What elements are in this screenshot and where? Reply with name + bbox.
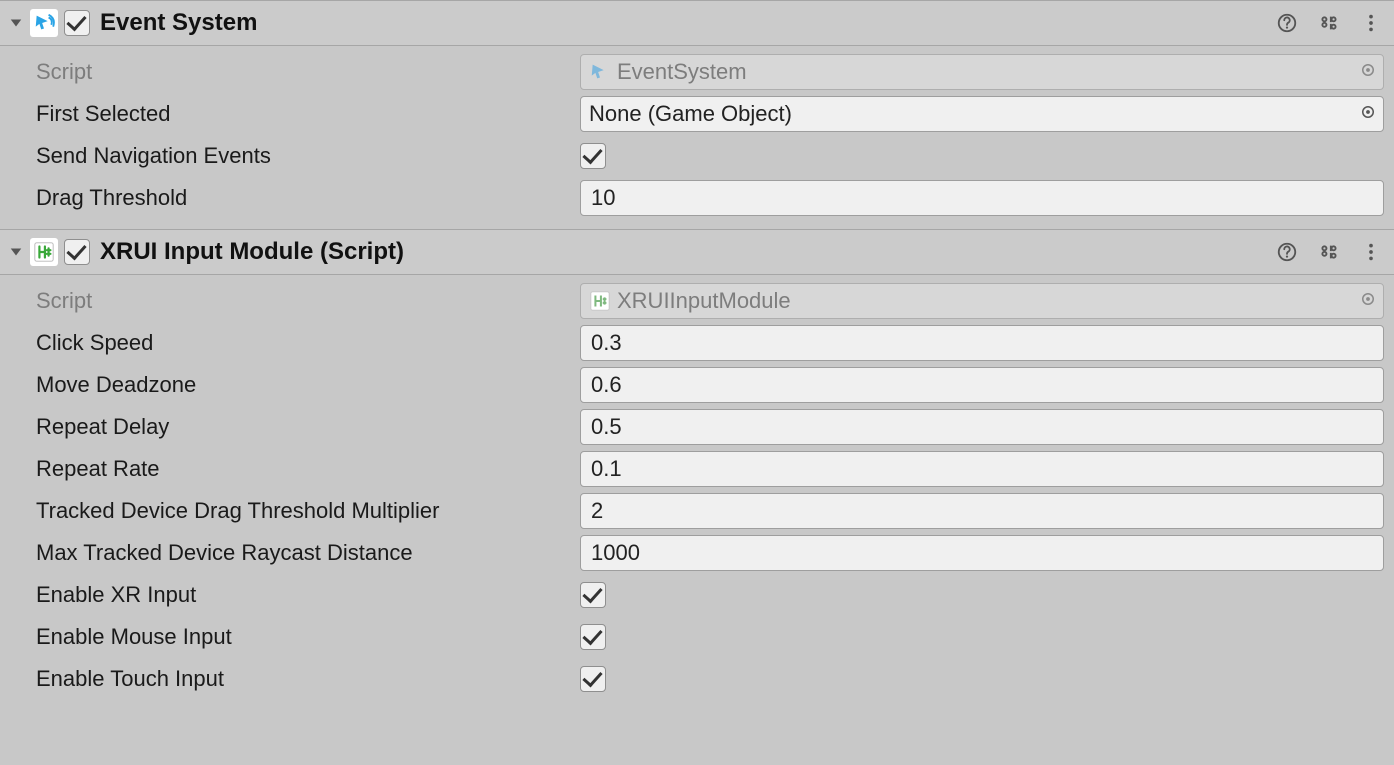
repeat-rate-row: Repeat Rate <box>36 448 1384 490</box>
send-navigation-events-checkbox[interactable] <box>580 143 606 169</box>
script-reference-field: XRUIInputModule <box>580 283 1384 319</box>
max-raycast-distance-input[interactable] <box>580 535 1384 571</box>
event-system-script-icon <box>589 61 611 83</box>
drag-threshold-input[interactable] <box>580 180 1384 216</box>
property-label: Script <box>36 59 580 85</box>
click-speed-row: Click Speed <box>36 322 1384 364</box>
repeat-delay-row: Repeat Delay <box>36 406 1384 448</box>
max-raycast-distance-row: Max Tracked Device Raycast Distance <box>36 532 1384 574</box>
foldout-toggle[interactable] <box>8 15 24 31</box>
repeat-delay-input[interactable] <box>580 409 1384 445</box>
script-name: XRUIInputModule <box>617 288 791 314</box>
script-reference-field: EventSystem <box>580 54 1384 90</box>
enable-xr-input-checkbox[interactable] <box>580 582 606 608</box>
event-system-icon <box>30 9 58 37</box>
menu-icon[interactable] <box>1358 10 1384 36</box>
event-system-header: Event System <box>0 0 1394 46</box>
preset-icon[interactable] <box>1316 10 1342 36</box>
send-navigation-events-row: Send Navigation Events <box>36 135 1384 177</box>
csharp-script-icon <box>30 238 58 266</box>
object-picker-icon <box>1359 59 1377 85</box>
help-icon[interactable] <box>1274 239 1300 265</box>
click-speed-input[interactable] <box>580 325 1384 361</box>
tracked-drag-multiplier-row: Tracked Device Drag Threshold Multiplier <box>36 490 1384 532</box>
property-label: Enable XR Input <box>36 582 580 608</box>
csharp-mini-icon <box>589 290 611 312</box>
repeat-rate-input[interactable] <box>580 451 1384 487</box>
object-field-value: None (Game Object) <box>589 101 792 127</box>
script-name: EventSystem <box>617 59 747 85</box>
event-system-enable-checkbox[interactable] <box>64 10 90 36</box>
property-label: Move Deadzone <box>36 372 580 398</box>
enable-mouse-input-checkbox[interactable] <box>580 624 606 650</box>
help-icon[interactable] <box>1274 10 1300 36</box>
first-selected-field[interactable]: None (Game Object) <box>580 96 1384 132</box>
property-label: Tracked Device Drag Threshold Multiplier <box>36 498 580 524</box>
property-label: Repeat Delay <box>36 414 580 440</box>
tracked-drag-multiplier-input[interactable] <box>580 493 1384 529</box>
enable-touch-input-checkbox[interactable] <box>580 666 606 692</box>
move-deadzone-input[interactable] <box>580 367 1384 403</box>
property-label: Repeat Rate <box>36 456 580 482</box>
event-system-properties: Script EventSystem First Selected None (… <box>0 46 1394 229</box>
xrui-input-module-header: XRUI Input Module (Script) <box>0 229 1394 275</box>
move-deadzone-row: Move Deadzone <box>36 364 1384 406</box>
property-label: Max Tracked Device Raycast Distance <box>36 540 580 566</box>
enable-touch-input-row: Enable Touch Input <box>36 658 1384 700</box>
enable-xr-input-row: Enable XR Input <box>36 574 1384 616</box>
preset-icon[interactable] <box>1316 239 1342 265</box>
component-title: XRUI Input Module (Script) <box>100 238 1274 266</box>
xrui-properties: Script XRUIInputModule Click Speed Move … <box>0 275 1394 710</box>
object-picker-icon[interactable] <box>1359 101 1377 127</box>
component-title: Event System <box>100 9 1274 37</box>
object-picker-icon <box>1359 288 1377 314</box>
property-label: First Selected <box>36 101 580 127</box>
first-selected-row: First Selected None (Game Object) <box>36 93 1384 135</box>
menu-icon[interactable] <box>1358 239 1384 265</box>
xrui-enable-checkbox[interactable] <box>64 239 90 265</box>
property-label: Script <box>36 288 580 314</box>
drag-threshold-row: Drag Threshold <box>36 177 1384 219</box>
script-row: Script XRUIInputModule <box>36 280 1384 322</box>
property-label: Enable Touch Input <box>36 666 580 692</box>
property-label: Drag Threshold <box>36 185 580 211</box>
property-label: Send Navigation Events <box>36 143 580 169</box>
property-label: Enable Mouse Input <box>36 624 580 650</box>
script-row: Script EventSystem <box>36 51 1384 93</box>
enable-mouse-input-row: Enable Mouse Input <box>36 616 1384 658</box>
foldout-toggle[interactable] <box>8 244 24 260</box>
property-label: Click Speed <box>36 330 580 356</box>
